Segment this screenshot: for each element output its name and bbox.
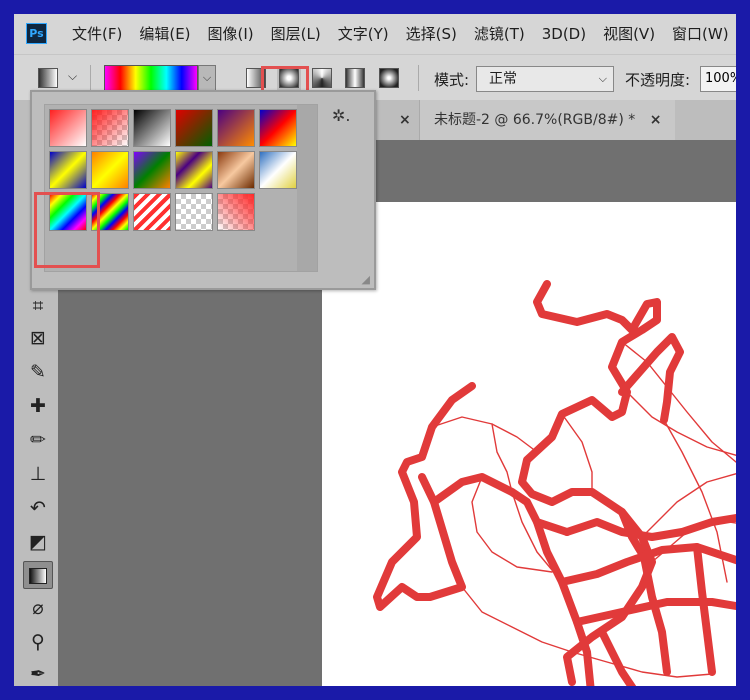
document-canvas[interactable] [322,202,736,686]
pen-tool-icon[interactable]: ✒ [23,660,53,686]
chevron-down-icon: ⌵ [598,72,607,85]
mode-value: 正常 [489,71,517,87]
menu-layer[interactable]: 图层(L) [271,14,330,54]
chevron-down-icon[interactable]: ⌵ [68,69,77,84]
menu-view[interactable]: 视图(V) [603,14,664,54]
swatch-fill [92,110,128,146]
divider [90,65,91,91]
blur-tool-icon[interactable]: ⌀ [23,594,53,622]
menu-window[interactable]: 窗口(W) [672,14,736,54]
menu-select[interactable]: 选择(S) [406,14,466,54]
menu-file[interactable]: 文件(F) [72,14,131,54]
resize-grip-icon[interactable]: ◢ [362,273,370,286]
eraser-tool-icon[interactable]: ◩ [23,528,53,556]
swatch-blue-red-yellow[interactable] [259,109,297,147]
swatch-black-white[interactable] [133,109,171,147]
swatch-red-green[interactable] [175,109,213,147]
gradient-preview[interactable] [104,65,198,91]
swatch-violet-orange[interactable] [217,109,255,147]
swatch-chrome[interactable] [259,151,297,189]
swatch-scrollbar[interactable] [297,105,317,271]
opacity-label: 不透明度: [625,71,691,89]
menu-image[interactable]: 图像(I) [208,14,263,54]
tab-1-close-icon[interactable]: × [399,100,411,140]
clone-stamp-tool-icon[interactable]: ⊥ [23,460,53,488]
menu-3d[interactable]: 3D(D) [542,14,595,54]
gradient-tool-glyph [29,568,47,584]
dodge-tool-icon[interactable]: ⚲ [23,628,53,656]
swatch-fg-to-bg[interactable] [49,109,87,147]
highlight-box-spectrum [34,192,100,268]
photoshop-window: Ps 文件(F) 编辑(E) 图像(I) 图层(L) 文字(Y) 选择(S) 滤… [14,14,736,686]
gradient-picker-chevron-icon[interactable]: ⌵ [198,65,216,91]
opacity-input[interactable]: 100% [700,66,736,92]
swatch-red-to-transparent[interactable] [217,193,255,231]
mode-select[interactable]: 正常 ⌵ [476,66,614,92]
menu-items: 文件(F) 编辑(E) 图像(I) 图层(L) 文字(Y) 选择(S) 滤镜(T… [72,14,736,54]
swatch-fg-to-transparent[interactable] [91,109,129,147]
eyedropper-tool-icon[interactable]: ✎ [23,358,53,386]
healing-brush-tool-icon[interactable]: ✚ [23,392,53,420]
menu-filter[interactable]: 滤镜(T) [474,14,534,54]
swatch-copper[interactable] [217,151,255,189]
reflected-gradient-button[interactable] [345,68,365,88]
swatch-yellow-violet[interactable] [175,151,213,189]
swatch-violet-green-orange[interactable] [133,151,171,189]
swatch-orange-yellow-orange[interactable] [91,151,129,189]
diamond-gradient-button[interactable] [379,68,399,88]
tool-preset-picker[interactable] [38,68,58,88]
tab-2-label: 未标题-2 @ 66.7%(RGB/8#) * [434,112,636,128]
brush-tool-icon[interactable]: ✏ [23,426,53,454]
tab-document-2[interactable]: 未标题-2 @ 66.7%(RGB/8#) * × [419,100,676,140]
swatch-fill [218,194,254,230]
angle-gradient-button[interactable] [312,68,332,88]
red-line-drawing [373,280,736,686]
history-brush-tool-icon[interactable]: ↶ [23,494,53,522]
photoshop-logo: Ps [26,23,47,44]
menu-type[interactable]: 文字(Y) [338,14,398,54]
divider [418,65,419,91]
menu-bar: Ps 文件(F) 编辑(E) 图像(I) 图层(L) 文字(Y) 选择(S) 滤… [14,14,736,54]
swatch-transparent-stripes[interactable] [133,193,171,231]
gear-icon[interactable]: ✲. [332,106,351,125]
swatch-blue-yellow-blue[interactable] [49,151,87,189]
swatch-transparent[interactable] [175,193,213,231]
crop-tool-icon[interactable]: ⌗ [23,292,53,320]
tab-2-close-icon[interactable]: × [650,112,662,128]
frame-tool-icon[interactable]: ⊠ [23,324,53,352]
mode-label: 模式: [434,71,470,89]
menu-edit[interactable]: 编辑(E) [139,14,199,54]
gradient-tool-icon[interactable] [23,561,53,589]
